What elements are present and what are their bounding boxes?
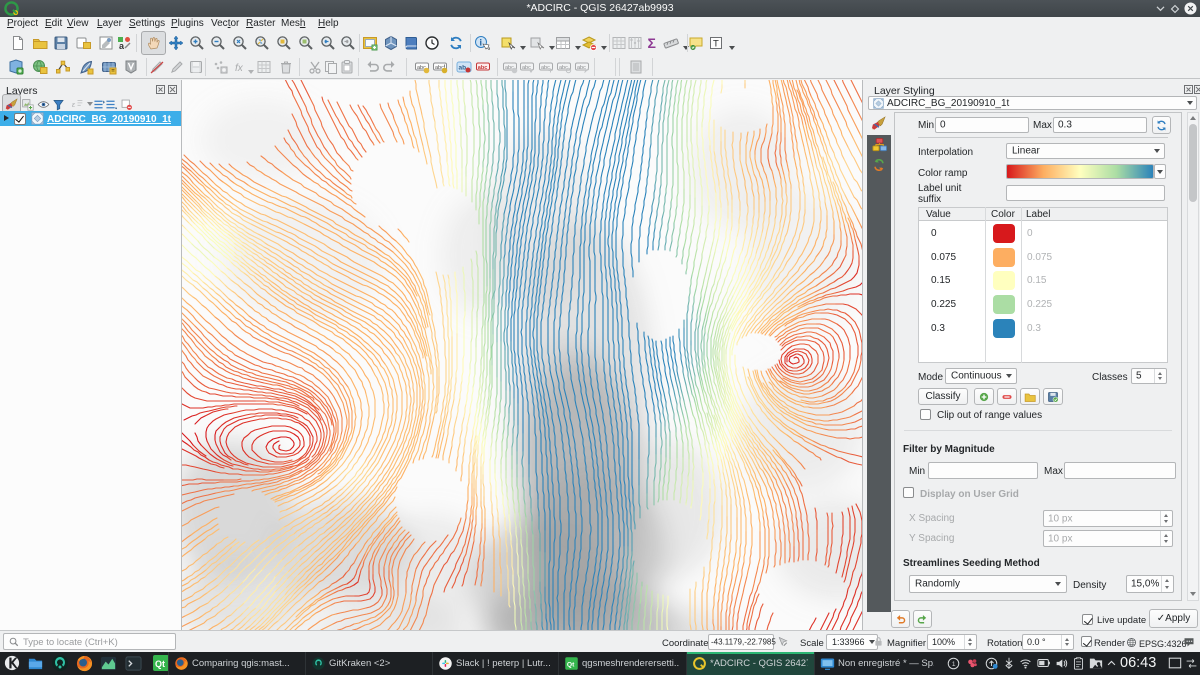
svg-text:Qt: Qt	[155, 659, 165, 669]
svg-text:abc: abc	[541, 65, 550, 71]
svg-text:i: i	[480, 38, 483, 48]
svg-text:Qt: Qt	[567, 661, 575, 668]
svg-text:T: T	[713, 39, 719, 50]
svg-text:Σ: Σ	[648, 35, 656, 51]
svg-text:ab: ab	[459, 65, 467, 72]
svg-text:abc: abc	[478, 65, 487, 71]
svg-text:abc: abc	[522, 65, 531, 71]
svg-text:a: a	[119, 41, 125, 51]
svg-text:1: 1	[952, 661, 956, 668]
svg-text:ε: ε	[71, 99, 75, 108]
svg-text:abc: abc	[577, 65, 586, 71]
svg-text:fx: fx	[235, 63, 244, 74]
